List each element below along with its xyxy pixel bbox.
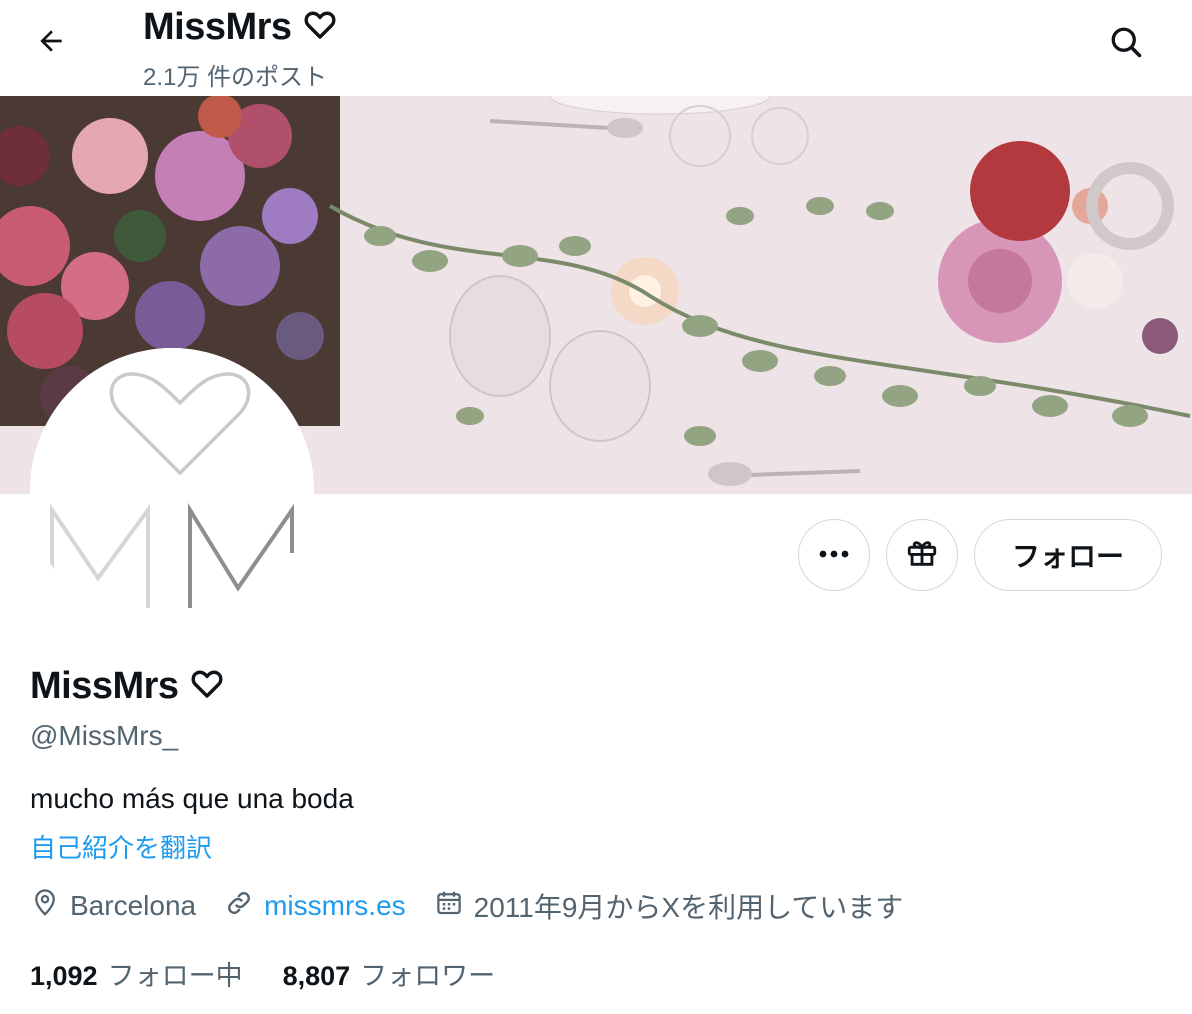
joined-item: 2011年9月からXを利用しています [434,886,904,926]
location-pin-icon [30,888,60,925]
gift-icon [905,536,939,575]
gift-button[interactable] [886,519,958,591]
user-handle: @MissMrs_ [30,720,179,751]
follow-button[interactable]: フォロー [974,519,1162,591]
search-icon [1108,24,1144,65]
back-button[interactable] [26,18,76,68]
heart-outline-icon [304,10,336,45]
following-label: フォロー中 [107,961,243,991]
post-count: 2.1万 件のポスト [143,64,328,91]
joined-text: 2011年9月からXを利用しています [473,892,904,923]
translate-bio-link[interactable]: 自己紹介を翻訳 [30,828,212,865]
followers-count: 8,807 [282,961,351,991]
search-button[interactable] [1100,18,1152,70]
follow-stats: 1,092 フォロー中 8,807 フォロワー [30,954,535,993]
location-item: Barcelona [30,888,196,925]
profile-page: MissMrs 2.1万 件のポスト フォロー MissMrs @MissMrs… [0,0,1192,1014]
followers-stat[interactable]: 8,807 フォロワー [283,954,496,993]
website-link[interactable]: missmrs.es [264,890,406,922]
profile-name: MissMrs [30,665,223,708]
header-name: MissMrs [143,6,292,48]
arrow-left-icon [35,25,67,62]
bio-text: mucho más que una boda [30,783,354,814]
website-item: missmrs.es [224,888,406,925]
more-dots-icon [818,546,850,564]
following-count: 1,092 [30,961,98,991]
following-stat[interactable]: 1,092 フォロー中 [30,954,243,993]
location-text: Barcelona [70,890,197,921]
top-bar: MissMrs 2.1万 件のポスト [0,0,1192,96]
header-title: MissMrs [143,6,336,49]
calendar-icon [434,888,464,925]
heart-outline-icon [191,669,223,704]
avatar[interactable] [30,348,314,632]
profile-meta: Barcelona missmrs.es 2011年9月からXを利用しています [30,884,931,928]
more-button[interactable] [798,519,870,591]
link-icon [224,888,254,925]
followers-label: フォロワー [360,961,496,991]
display-name: MissMrs [30,665,179,707]
